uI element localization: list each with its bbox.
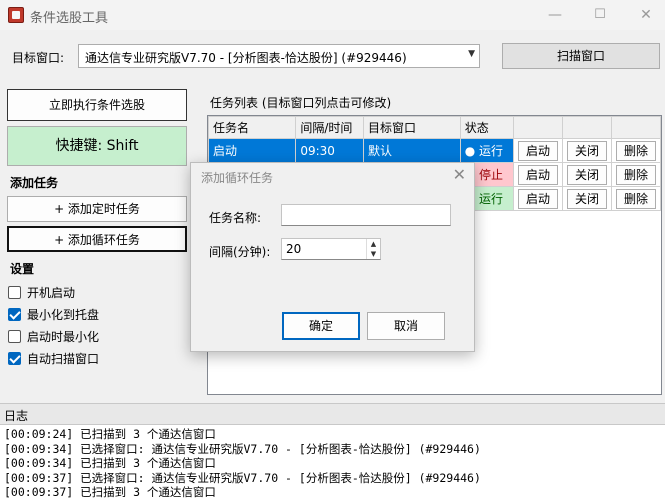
delete-task-button[interactable]: 删除 <box>615 164 656 185</box>
log-header: 日志 <box>0 403 665 425</box>
setting-label: 自动扫描窗口 <box>27 351 100 366</box>
setting-label: 启动时最小化 <box>27 329 100 344</box>
interval-value: 20 <box>286 242 302 256</box>
start-task-button[interactable]: 启动 <box>517 140 558 161</box>
column-header-action <box>610 116 662 139</box>
spin-up-icon[interactable]: ▲ <box>367 239 380 249</box>
app-icon <box>8 7 24 23</box>
add-loop-task-dialog: 添加循环任务 ✕ 任务名称: 间隔(分钟): 20 ▲ ▼ 确定 取消 <box>190 162 475 352</box>
task-target-cell[interactable]: 默认 <box>362 138 461 163</box>
start-task-button[interactable]: 启动 <box>517 164 558 185</box>
target-window-label: 目标窗口: <box>12 51 65 65</box>
delete-task-button[interactable]: 删除 <box>615 140 656 161</box>
minimize-icon[interactable]: — <box>545 5 565 25</box>
log-line: [00:09:37] 已选择窗口: 通达信专业研究版V7.70 - [分析图表-… <box>4 470 481 485</box>
left-panel: 立即执行条件选股 快捷键: Shift 添加任务 + 添加定时任务 + 添加循环… <box>0 82 196 400</box>
maximize-icon[interactable]: ☐ <box>590 5 610 25</box>
window-title: 条件选股工具 <box>30 11 109 26</box>
table-row[interactable]: 启动 09:30 默认 ● 运行 启动 关闭 删除 <box>207 138 662 163</box>
dialog-close-icon[interactable]: ✕ <box>453 165 466 184</box>
close-task-button[interactable]: 关闭 <box>566 188 607 209</box>
setting-label: 最小化到托盘 <box>27 307 100 322</box>
log-box[interactable]: [00:09:24] 已扫描到 3 个通达信窗口 [00:09:34] 已选择窗… <box>0 425 665 502</box>
checkbox-checked-icon[interactable] <box>8 307 21 321</box>
close-icon[interactable]: ✕ <box>636 5 656 25</box>
spinner-arrows[interactable]: ▲ ▼ <box>366 239 380 259</box>
target-window-value: 通达信专业研究版V7.70 - [分析图表-恰达股份] (#929446) <box>85 51 407 65</box>
task-time-cell[interactable]: 09:30 <box>295 138 364 163</box>
setting-auto-scan[interactable]: 自动扫描窗口 <box>8 349 99 367</box>
task-status-cell: ● 运行 <box>459 138 514 163</box>
task-name-label: 任务名称: <box>209 211 262 225</box>
checkbox-icon[interactable] <box>8 285 21 299</box>
task-name-input[interactable] <box>281 204 451 226</box>
close-task-button[interactable]: 关闭 <box>566 140 607 161</box>
target-window-select[interactable]: 通达信专业研究版V7.70 - [分析图表-恰达股份] (#929446) ▼ <box>78 44 480 68</box>
interval-spinbox[interactable]: 20 ▲ ▼ <box>281 238 381 260</box>
log-line: [00:09:34] 已扫描到 3 个通达信窗口 <box>4 456 216 471</box>
log-line: [00:09:37] 已扫描到 3 个通达信窗口 <box>4 485 216 500</box>
hotkey-button[interactable]: 快捷键: Shift <box>7 126 187 166</box>
add-task-heading: 添加任务 <box>10 176 59 190</box>
column-header-name[interactable]: 任务名 <box>207 116 297 139</box>
interval-label: 间隔(分钟): <box>209 245 271 259</box>
add-timer-task-button[interactable]: + 添加定时任务 <box>7 196 187 222</box>
title-bar: 条件选股工具 — ☐ ✕ <box>0 0 665 30</box>
column-header-interval[interactable]: 间隔/时间 <box>295 116 364 139</box>
dialog-cancel-button[interactable]: 取消 <box>367 312 445 340</box>
log-line: [00:09:24] 已扫描到 3 个通达信窗口 <box>4 427 216 441</box>
checkbox-checked-icon[interactable] <box>8 351 21 365</box>
start-task-button[interactable]: 启动 <box>517 188 558 209</box>
column-header-target[interactable]: 目标窗口 <box>362 116 461 139</box>
dialog-ok-button[interactable]: 确定 <box>282 312 360 340</box>
scan-window-button[interactable]: 扫描窗口 <box>502 43 660 69</box>
settings-heading: 设置 <box>10 262 35 276</box>
task-name-cell[interactable]: 启动 <box>207 138 297 163</box>
add-loop-task-button[interactable]: + 添加循环任务 <box>7 226 187 252</box>
log-line: [00:09:34] 已选择窗口: 通达信专业研究版V7.70 - [分析图表-… <box>4 441 481 456</box>
task-list-label: 任务列表 (目标窗口列点击可修改) <box>210 96 392 110</box>
chevron-down-icon[interactable]: ▼ <box>468 49 475 59</box>
spin-down-icon[interactable]: ▼ <box>367 249 380 259</box>
column-header-action <box>512 116 563 139</box>
setting-minimize-to-tray[interactable]: 最小化到托盘 <box>8 305 99 323</box>
close-task-button[interactable]: 关闭 <box>566 164 607 185</box>
column-header-action <box>561 116 612 139</box>
delete-task-button[interactable]: 删除 <box>615 188 656 209</box>
setting-start-minimized[interactable]: 启动时最小化 <box>8 327 99 345</box>
setting-autostart[interactable]: 开机启动 <box>8 283 75 301</box>
column-header-status[interactable]: 状态 <box>459 116 514 139</box>
dialog-title: 添加循环任务 <box>201 171 274 185</box>
checkbox-icon[interactable] <box>8 329 21 343</box>
setting-label: 开机启动 <box>27 285 76 300</box>
target-window-row: 目标窗口: 通达信专业研究版V7.70 - [分析图表-恰达股份] (#9294… <box>0 38 665 74</box>
run-selection-button[interactable]: 立即执行条件选股 <box>7 89 187 121</box>
